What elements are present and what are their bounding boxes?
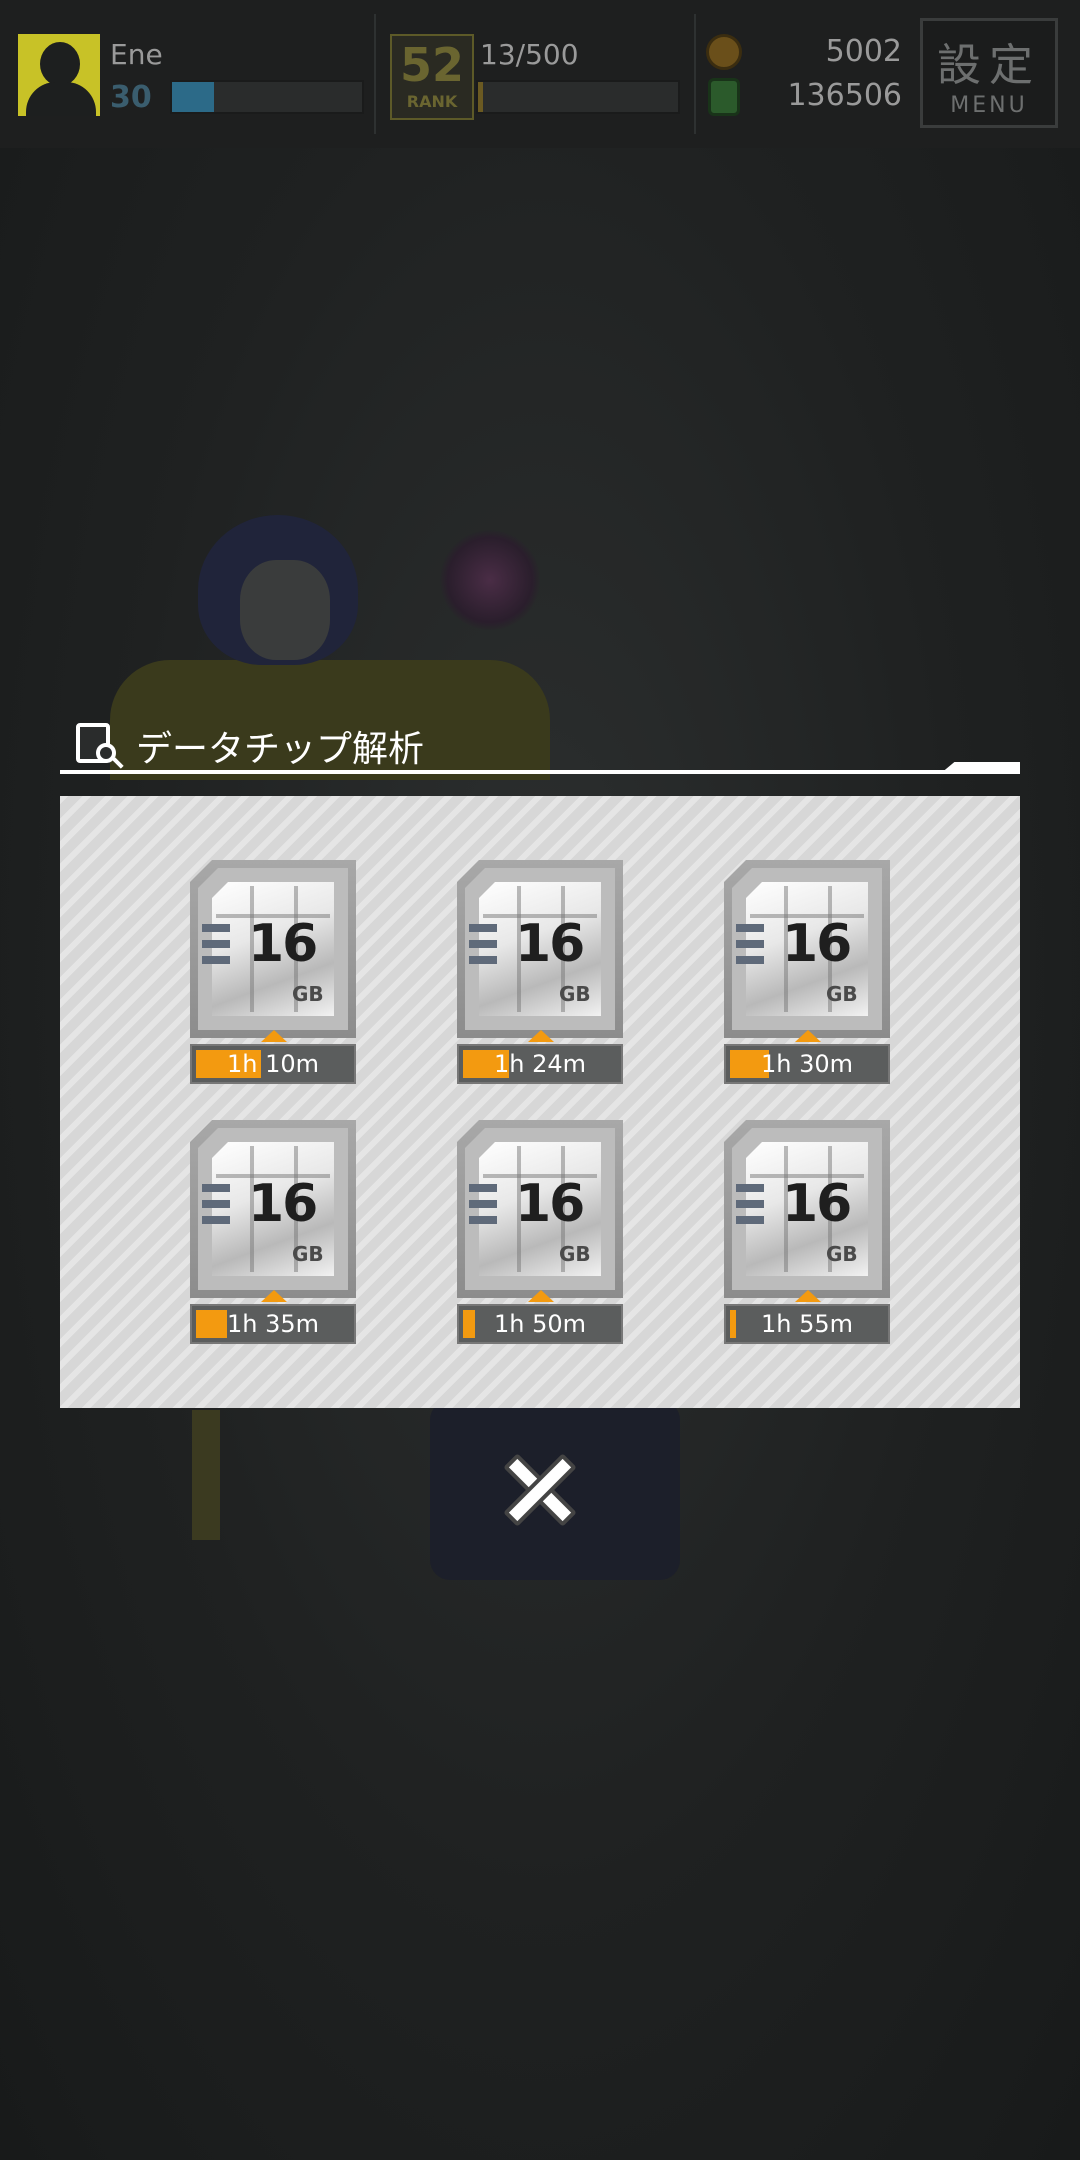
chip-timer: 1h 50m [457, 1304, 623, 1344]
character-face [240, 560, 330, 660]
title-underline [60, 770, 1020, 774]
chip-pins-icon [202, 1184, 230, 1224]
triangle-marker-icon [795, 1290, 821, 1302]
data-chip-slot[interactable]: 16 GB 1h 24m [457, 860, 623, 1084]
chip-timer-text: 1h 10m [226, 1050, 320, 1078]
chip-capacity: 16 [248, 1174, 318, 1234]
player-avatar[interactable] [18, 34, 100, 116]
chip-capacity: 16 [515, 1174, 585, 1234]
chip-pins-icon [202, 924, 230, 964]
chip-timer: 1h 24m [457, 1044, 623, 1084]
chip-capacity: 16 [515, 914, 585, 974]
chip-timer-text: 1h 35m [226, 1310, 320, 1338]
divider [694, 14, 696, 134]
chip-timer-text: 1h 24m [493, 1050, 587, 1078]
rank-badge: 52 RANK [390, 34, 474, 120]
chip-timer: 1h 10m [190, 1044, 356, 1084]
chip-capacity: 16 [248, 914, 318, 974]
dialog-header: データチップ解析 [76, 718, 424, 774]
divider [374, 14, 376, 134]
player-level: 30 [110, 80, 152, 115]
chip-capacity: 16 [782, 914, 852, 974]
rank-number: 52 [399, 38, 464, 92]
gem-count: 136506 [787, 78, 902, 113]
triangle-marker-icon [795, 1030, 821, 1042]
coin-count: 5002 [825, 34, 902, 69]
player-name: Ene [110, 38, 163, 71]
chip-pins-icon [469, 924, 497, 964]
top-status-bar: Ene 30 52 RANK 13/500 5002 136506 設定 MEN… [0, 0, 1080, 148]
chip-timer: 1h 55m [724, 1304, 890, 1344]
triangle-marker-icon [528, 1290, 554, 1302]
chip-timer: 1h 35m [190, 1304, 356, 1344]
chip-unit: GB [559, 982, 591, 1006]
chip-unit: GB [292, 982, 324, 1006]
settings-menu-button[interactable]: 設定 MENU [920, 18, 1058, 128]
triangle-marker-icon [261, 1290, 287, 1302]
rank-label: RANK [406, 92, 458, 111]
chip-panel: 16 GB 1h 10m 16 GB 1h 24m 16 GB 1h 30m 1… [60, 796, 1020, 1408]
data-chip-slot[interactable]: 16 GB 1h 10m [190, 860, 356, 1084]
data-chip-slot[interactable]: 16 GB 1h 30m [724, 860, 890, 1084]
data-chip-slot[interactable]: 16 GB 1h 50m [457, 1120, 623, 1344]
chip-unit: GB [826, 982, 858, 1006]
gem-icon [708, 78, 740, 116]
chip-unit: GB [292, 1242, 324, 1266]
purple-orb [440, 530, 540, 630]
menu-kanji-label: 設定 [937, 40, 1041, 91]
chip-unit: GB [559, 1242, 591, 1266]
chip-timer: 1h 30m [724, 1044, 890, 1084]
chip-pins-icon [736, 924, 764, 964]
chip-pins-icon [469, 1184, 497, 1224]
exp-bar-fill [172, 82, 214, 112]
avatar-body-icon [26, 82, 96, 116]
exp-bar [170, 80, 364, 114]
title-underline-accent [940, 762, 1020, 774]
avatar-head-icon [40, 42, 80, 86]
character-pole [192, 1410, 220, 1540]
chip-unit: GB [826, 1242, 858, 1266]
dialog-title: データチップ解析 [136, 729, 425, 770]
chip-capacity: 16 [782, 1174, 852, 1234]
menu-label: MENU [950, 93, 1028, 118]
chip-timer-text: 1h 55m [760, 1310, 854, 1338]
data-chip-slot[interactable]: 16 GB 1h 35m [190, 1120, 356, 1344]
chip-timer-text: 1h 30m [760, 1050, 854, 1078]
data-chip-slot[interactable]: 16 GB 1h 55m [724, 1120, 890, 1344]
triangle-marker-icon [528, 1030, 554, 1042]
chip-pins-icon [736, 1184, 764, 1224]
data-analysis-icon [76, 723, 124, 769]
stamina-bar-fill [478, 82, 484, 112]
close-button[interactable] [502, 1452, 578, 1528]
coin-icon [706, 34, 742, 70]
triangle-marker-icon [261, 1030, 287, 1042]
stamina-value: 13/500 [480, 38, 579, 71]
chip-timer-text: 1h 50m [493, 1310, 587, 1338]
stamina-bar [476, 80, 680, 114]
